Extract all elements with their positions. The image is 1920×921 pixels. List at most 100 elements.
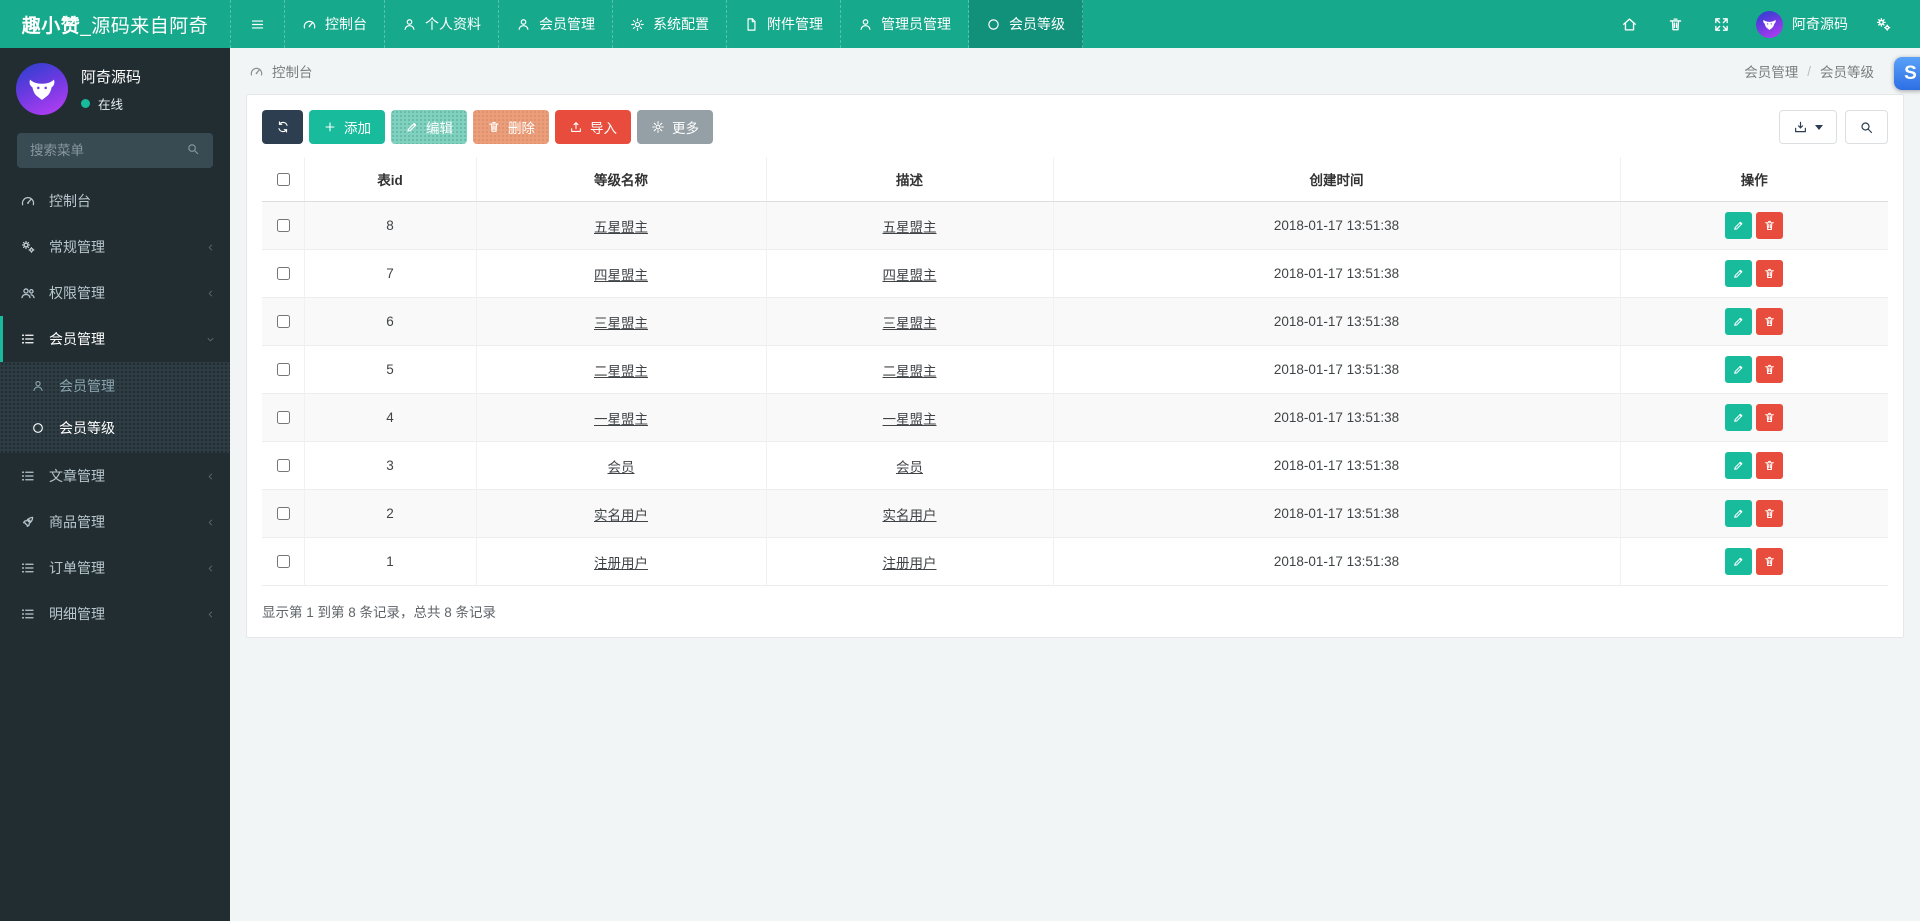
row-level-name: 实名用户 <box>475 489 766 538</box>
row-checkbox[interactable] <box>276 411 290 424</box>
clear-cache-button[interactable] <box>1652 0 1698 48</box>
page-title: 控制台 <box>249 61 313 81</box>
row-delete-button[interactable] <box>1756 212 1784 239</box>
sidebar-item-4[interactable]: 文章管理 <box>0 453 230 499</box>
pencil-icon <box>1732 507 1745 520</box>
page-title-label: 控制台 <box>272 65 313 80</box>
export-button[interactable] <box>1779 110 1837 144</box>
pencil-icon <box>1732 459 1745 472</box>
table-row[interactable]: 3 会员 会员 2018-01-17 13:51:38 <box>262 441 1888 490</box>
table-row[interactable]: 8 五星盟主 五星盟主 2018-01-17 13:51:38 <box>262 201 1888 250</box>
table-row[interactable]: 6 三星盟主 三星盟主 2018-01-17 13:51:38 <box>262 297 1888 346</box>
topnav-item-3[interactable]: 系统配置 <box>613 0 727 48</box>
row-edit-button[interactable] <box>1725 404 1753 431</box>
row-delete-button[interactable] <box>1756 356 1784 383</box>
pencil-icon <box>1732 555 1745 568</box>
sidebar-subitem-3-0[interactable]: 会员管理 <box>0 365 230 407</box>
more-button-label: 更多 <box>672 121 699 136</box>
row-edit-button[interactable] <box>1725 308 1753 335</box>
sidebar-item-6[interactable]: 订单管理 <box>0 545 230 591</box>
list-icon <box>19 606 36 622</box>
topnav-item-1[interactable]: 个人资料 <box>385 0 499 48</box>
add-button[interactable]: 添加 <box>309 110 385 144</box>
row-level-name: 二星盟主 <box>475 345 766 394</box>
trash-icon <box>1763 267 1776 280</box>
sidebar-subitem-3-1[interactable]: 会员等级 <box>0 407 230 449</box>
table-row[interactable]: 1 注册用户 注册用户 2018-01-17 13:51:38 <box>262 537 1888 586</box>
delete-button[interactable]: 删除 <box>473 110 549 144</box>
col-header-name[interactable]: 等级名称 <box>475 157 766 202</box>
row-checkbox[interactable] <box>276 219 290 232</box>
row-checkbox[interactable] <box>276 363 290 376</box>
user-menu[interactable]: 阿奇源码 <box>1744 10 1860 38</box>
sidebar-item-3[interactable]: 会员管理 <box>0 316 230 362</box>
row-created-time: 2018-01-17 13:51:38 <box>1052 441 1620 490</box>
row-edit-button[interactable] <box>1725 500 1753 527</box>
list-icon <box>19 331 36 347</box>
table-row[interactable]: 7 四星盟主 四星盟主 2018-01-17 13:51:38 <box>262 249 1888 298</box>
topnav-item-label: 管理员管理 <box>881 16 951 32</box>
row-checkbox[interactable] <box>276 507 290 520</box>
topnav-item-0[interactable]: 控制台 <box>285 0 385 48</box>
menu-search-input[interactable] <box>17 133 173 168</box>
select-all-checkbox[interactable] <box>276 172 290 186</box>
user-icon <box>516 17 531 32</box>
row-checkbox[interactable] <box>276 459 290 472</box>
breadcrumb-item[interactable]: 会员管理 <box>1744 61 1798 81</box>
row-edit-button[interactable] <box>1725 548 1753 575</box>
sidebar-item-1[interactable]: 常规管理 <box>0 224 230 270</box>
sidebar-toggle-button[interactable] <box>230 0 285 48</box>
fullscreen-button[interactable] <box>1698 0 1744 48</box>
search-icon <box>186 142 200 156</box>
row-checkbox[interactable] <box>276 555 290 568</box>
table-row[interactable]: 4 一星盟主 一星盟主 2018-01-17 13:51:38 <box>262 393 1888 442</box>
row-created-time: 2018-01-17 13:51:38 <box>1052 297 1620 346</box>
more-button[interactable]: 更多 <box>637 110 713 144</box>
top-nav-items: 控制台 个人资料 会员管理 系统配置 附件管理 管理员管理 会员等级 <box>230 0 1083 48</box>
sidebar-item-2[interactable]: 权限管理 <box>0 270 230 316</box>
row-description: 二星盟主 <box>765 345 1053 394</box>
floating-widget-icon[interactable]: S <box>1894 57 1920 90</box>
search-icon <box>1859 120 1874 135</box>
home-button[interactable] <box>1606 0 1652 48</box>
topnav-item-6[interactable]: 会员等级 <box>969 0 1083 48</box>
topnav-item-5[interactable]: 管理员管理 <box>841 0 969 48</box>
sidebar-item-5[interactable]: 商品管理 <box>0 499 230 545</box>
row-delete-button[interactable] <box>1756 548 1784 575</box>
table-row[interactable]: 5 二星盟主 二星盟主 2018-01-17 13:51:38 <box>262 345 1888 394</box>
refresh-button[interactable] <box>262 110 303 144</box>
edit-button[interactable]: 编辑 <box>391 110 467 144</box>
row-edit-button[interactable] <box>1725 452 1753 479</box>
row-checkbox[interactable] <box>276 267 290 280</box>
table-search-button[interactable] <box>1845 110 1888 144</box>
sidebar-item-0[interactable]: 控制台 <box>0 178 230 224</box>
table-row[interactable]: 2 实名用户 实名用户 2018-01-17 13:51:38 <box>262 489 1888 538</box>
trash-icon <box>487 120 501 134</box>
col-header-created[interactable]: 创建时间 <box>1052 157 1620 202</box>
row-edit-button[interactable] <box>1725 356 1753 383</box>
row-created-time: 2018-01-17 13:51:38 <box>1052 249 1620 298</box>
add-button-label: 添加 <box>344 121 371 136</box>
row-delete-button[interactable] <box>1756 404 1784 431</box>
import-button[interactable]: 导入 <box>555 110 631 144</box>
topnav-item-2[interactable]: 会员管理 <box>499 0 613 48</box>
row-edit-button[interactable] <box>1725 212 1753 239</box>
row-checkbox[interactable] <box>276 315 290 328</box>
col-header-id[interactable]: 表id <box>303 157 476 202</box>
menu-search-button[interactable] <box>173 142 213 159</box>
row-delete-button[interactable] <box>1756 260 1784 287</box>
row-delete-button[interactable] <box>1756 452 1784 479</box>
topnav-item-4[interactable]: 附件管理 <box>727 0 841 48</box>
topnav-item-label: 附件管理 <box>767 16 823 32</box>
row-edit-button[interactable] <box>1725 260 1753 287</box>
row-id: 8 <box>303 201 476 250</box>
row-delete-button[interactable] <box>1756 308 1784 335</box>
row-description: 会员 <box>765 441 1053 490</box>
col-header-desc[interactable]: 描述 <box>765 157 1053 202</box>
settings-button[interactable] <box>1860 0 1906 48</box>
export-icon <box>1793 120 1808 135</box>
row-created-time: 2018-01-17 13:51:38 <box>1052 393 1620 442</box>
sidebar-item-7[interactable]: 明细管理 <box>0 591 230 637</box>
row-delete-button[interactable] <box>1756 500 1784 527</box>
chevron-left-icon <box>205 242 216 253</box>
